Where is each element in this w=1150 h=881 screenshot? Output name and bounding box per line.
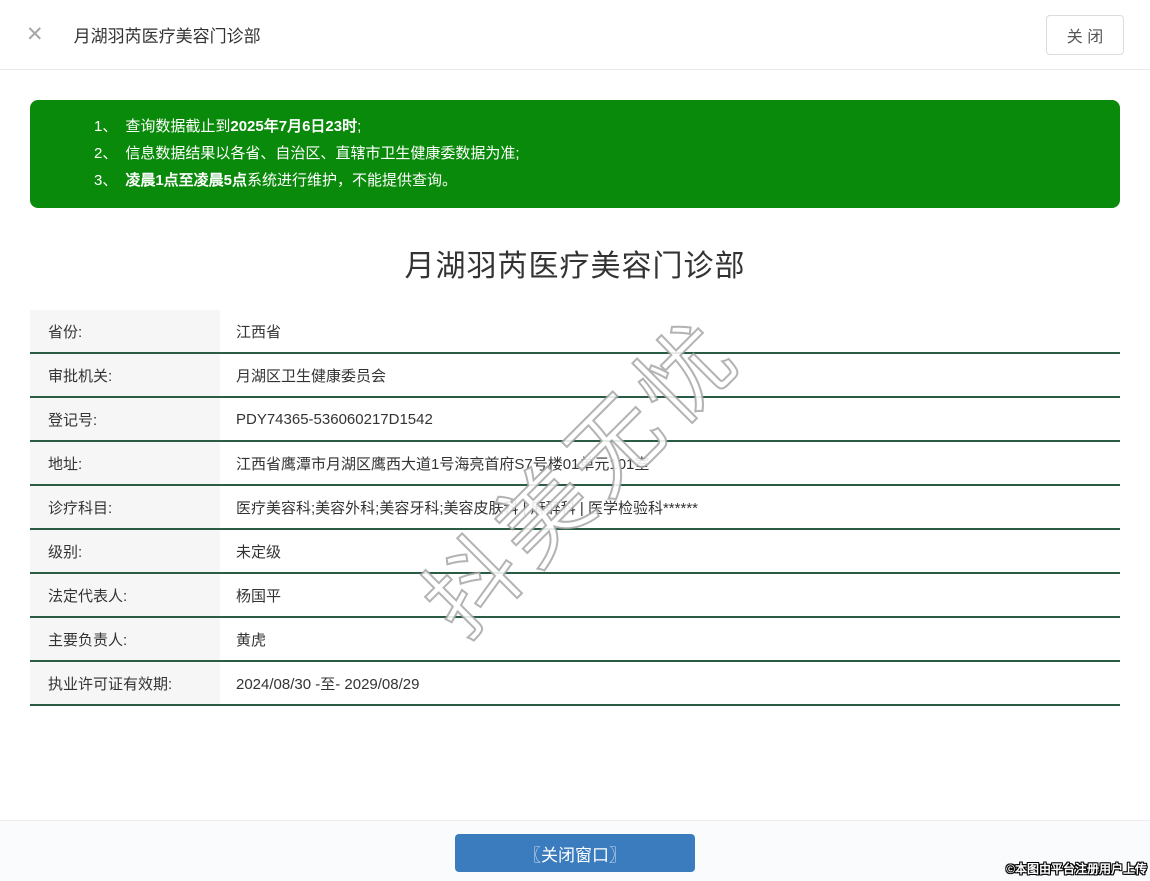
notice-line-number: 3、 [94,172,118,189]
row-label: 主要负责人: [30,618,220,660]
row-value: PDY74365-536060217D1542 [236,410,433,428]
row-label: 法定代表人: [30,574,220,616]
notice-text-bold: 凌晨1点至凌晨5点 [125,172,248,189]
row-value: 未定级 [236,543,282,561]
close-button[interactable]: 关 闭 [1046,14,1124,55]
page-title: 月湖羽芮医疗美容门诊部 [404,250,746,283]
bottom-strip: 〖关闭窗口〗 [0,820,1150,881]
row-label: 登记号: [30,398,220,440]
table-row-medical-subjects: 诊疗科目: 医疗美容科;美容外科;美容牙科;美容皮肤科 | 麻醉科 | 医学检验… [30,486,1120,530]
row-label: 省份: [30,310,220,352]
table-row-level: 级别: 未定级 [30,530,1120,574]
notice-line-1: 1、 查询数据截止到2025年7月6日23时; [94,113,1100,140]
row-label: 级别: [30,530,220,572]
table-row-main-person-in-charge: 主要负责人: 黄虎 [30,618,1120,662]
notice-text: 系统进行维护，不能提供查询。 [247,172,458,189]
info-table: 省份: 江西省 审批机关: 月湖区卫生健康委员会 登记号: PDY74365-5… [30,310,1120,706]
table-row-legal-representative: 法定代表人: 杨国平 [30,574,1120,618]
row-value: 杨国平 [236,587,282,605]
row-value: 2024/08/30 -至- 2029/08/29 [236,675,420,693]
row-value: 江西省鹰潭市月湖区鹰西大道1号海亮首府S7号楼01单元101室 [236,455,650,473]
table-row-address: 地址: 江西省鹰潭市月湖区鹰西大道1号海亮首府S7号楼01单元101室 [30,442,1120,486]
row-label: 地址: [30,442,220,484]
row-value: 江西省 [236,323,282,341]
notice-line-number: 1、 [94,118,118,135]
row-value: 黄虎 [236,631,267,649]
table-row-approval-authority: 审批机关: 月湖区卫生健康委员会 [30,354,1120,398]
close-window-button[interactable]: 〖关闭窗口〗 [455,834,695,872]
notice-line-number: 2、 [94,145,118,162]
top-bar: ✕ 月湖羽芮医疗美容门诊部 关 闭 [0,0,1150,70]
row-label: 审批机关: [30,354,220,396]
table-row-registration-number: 登记号: PDY74365-536060217D1542 [30,398,1120,442]
notice-text: 信息数据结果以各省、自治区、直辖市卫生健康委数据为准; [125,145,520,162]
notice-text: 查询数据截止到 [125,118,231,135]
table-row-province: 省份: 江西省 [30,310,1120,354]
notice-box: 1、 查询数据截止到2025年7月6日23时; 2、 信息数据结果以各省、自治区、直… [30,100,1120,208]
table-row-license-validity: 执业许可证有效期: 2024/08/30 -至- 2029/08/29 [30,662,1120,706]
row-label: 诊疗科目: [30,486,220,528]
window-title: 月湖羽芮医疗美容门诊部 [73,27,261,46]
notice-line-3: 3、 凌晨1点至凌晨5点系统进行维护，不能提供查询。 [94,167,1100,194]
row-value: 医疗美容科;美容外科;美容牙科;美容皮肤科 | 麻醉科 | 医学检验科*****… [236,499,698,517]
credit-watermark: ©本图由平台注册用户上传 [1006,862,1147,876]
close-x-icon[interactable]: ✕ [26,24,44,45]
notice-line-2: 2、 信息数据结果以各省、自治区、直辖市卫生健康委数据为准; [94,140,1100,167]
notice-text-bold: 2025年7月6日23时 [230,118,358,135]
notice-text: ; [357,118,362,135]
row-label: 执业许可证有效期: [30,662,220,704]
row-value: 月湖区卫生健康委员会 [236,367,387,385]
